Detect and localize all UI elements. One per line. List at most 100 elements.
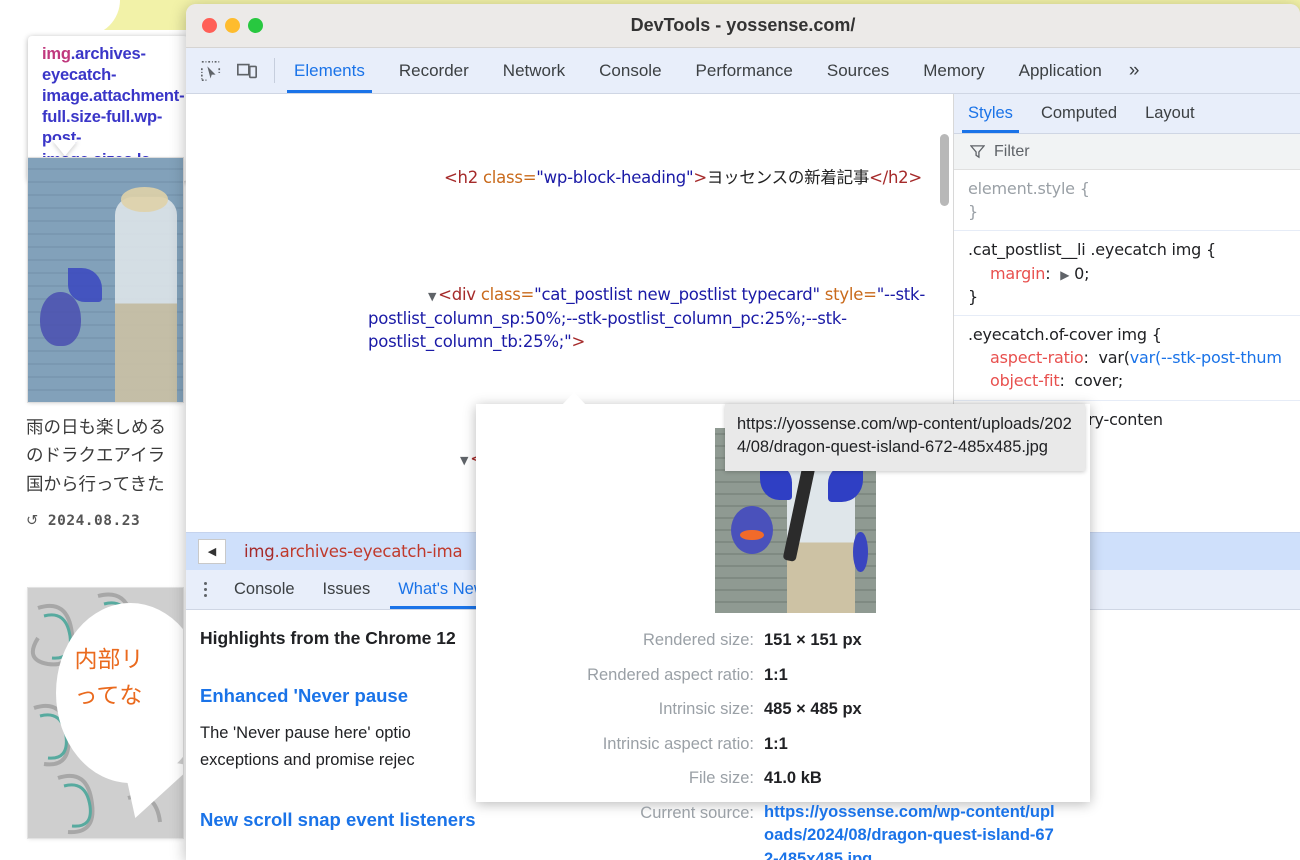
metric-value: 41.0 kB [764, 769, 822, 788]
image-preview-popover: https://yossense.com/wp-content/uploads/… [476, 392, 1090, 860]
twisty-icon[interactable]: ▼ [428, 290, 436, 303]
photo-person-shape [114, 197, 177, 402]
declaration-value: cover; [1074, 371, 1124, 391]
tab-console[interactable]: Console [582, 48, 678, 93]
styles-filter-bar[interactable]: Filter [954, 134, 1300, 170]
tab-label: Sources [826, 60, 890, 80]
rule-close-brace: } [968, 286, 978, 306]
tab-sources[interactable]: Sources [810, 48, 906, 93]
photo-hat-shape [121, 187, 168, 212]
thumb-tail [853, 531, 868, 573]
style-rule-cat-postlist[interactable]: .cat_postlist__li .eyecatch img { margin… [954, 231, 1300, 316]
dom-line-content: <h2 class="wp-block-heading">ヨッセンスの新着記事<… [443, 168, 922, 188]
metric-value-link[interactable]: https://yossense.com/wp-content/uploads/… [764, 801, 1059, 860]
device-toolbar-icon[interactable] [236, 60, 258, 82]
tab-label: Recorder [398, 60, 469, 80]
metric-value: 151 × 151 px [764, 631, 862, 649]
breadcrumb-tag: img [244, 542, 275, 561]
tab-label: Memory [923, 60, 985, 80]
toolbar-divider [274, 58, 275, 83]
tab-elements[interactable]: Elements [277, 48, 382, 93]
metric-row: Rendered size: 151 × 151 px [476, 628, 1090, 654]
metric-label: Rendered size: [643, 631, 754, 649]
declaration[interactable]: margin: ▶ 0; [968, 262, 1300, 285]
style-rule-element-style[interactable]: element.style { } [954, 170, 1300, 232]
tab-label: Application [1018, 60, 1102, 80]
drawer-tab-console[interactable]: Console [220, 570, 309, 609]
photo-wing-shape [68, 267, 103, 302]
screenshot-root: img.archives-eyecatch-image.attachment-f… [0, 0, 1300, 860]
metric-row: Current source: https://yossense.com/wp-… [476, 801, 1090, 860]
window-title: DevTools - yossense.com/ [630, 15, 856, 35]
style-rule-eyecatch-of-cover[interactable]: .eyecatch.of-cover img { aspect-ratio: v… [954, 316, 1300, 401]
metric-label: Rendered aspect ratio: [587, 665, 754, 684]
inspect-element-icon[interactable] [200, 60, 222, 82]
metric-value: 1:1 [764, 665, 788, 684]
image-url-tooltip: https://yossense.com/wp-content/uploads/… [725, 404, 1085, 471]
photo-slime-shape [40, 292, 81, 346]
dom-line[interactable]: ▼ <div class="cat_postlist new_postlist t… [186, 260, 953, 377]
filter-funnel-icon [970, 145, 985, 159]
metric-label: Intrinsic size: [658, 700, 754, 719]
styles-filter-input[interactable]: Filter [994, 143, 1030, 161]
tab-performance[interactable]: Performance [679, 48, 810, 93]
rule-selector: .eyecatch.of-cover img { [968, 324, 1162, 344]
tab-label: Console [234, 580, 295, 598]
tab-memory[interactable]: Memory [906, 48, 1001, 93]
declaration-property: aspect-ratio [990, 348, 1084, 368]
metric-value: 485 × 485 px [764, 700, 862, 719]
tab-label: Layout [1145, 104, 1195, 122]
highlight-tooltip-caret [52, 140, 78, 156]
collapse-left-icon[interactable]: ◀ [198, 539, 226, 564]
bubble-line: ってな [74, 682, 143, 709]
article-photo-2: 内部リ ってな [28, 588, 183, 838]
expand-arrow-icon[interactable]: ▶ [1060, 268, 1069, 282]
tab-label: Performance [695, 60, 793, 80]
dom-line[interactable]: <h2 class="wp-block-heading">ヨッセンスの新着記事<… [186, 143, 953, 213]
styles-tabstrip: Styles Computed Layout [954, 94, 1300, 134]
article-excerpt-line: 雨の日も楽しめる [26, 418, 166, 438]
devtools-tabstrip: Elements Recorder Network Console Perfor… [186, 48, 1300, 94]
article-excerpt: 雨の日も楽しめる のドラクエアイラ 国から行ってきた [26, 414, 206, 499]
metric-value: 1:1 [764, 734, 788, 753]
rule-close-brace: } [968, 202, 978, 222]
metric-label: File size: [688, 769, 754, 788]
metric-label: Current source: [640, 803, 754, 822]
tab-computed[interactable]: Computed [1027, 94, 1131, 133]
tab-layout[interactable]: Layout [1131, 94, 1209, 133]
breadcrumb-item[interactable]: img.archives-eyecatch-ima [244, 542, 463, 561]
chevron-double-right-icon[interactable]: » [1119, 48, 1148, 93]
highlight-tag-name: img [42, 45, 71, 63]
bubble-line: 内部リ [74, 647, 144, 673]
tab-network[interactable]: Network [486, 48, 582, 93]
metric-row: Intrinsic aspect ratio: 1:1 [476, 732, 1090, 758]
twisty-icon[interactable]: ▼ [460, 454, 468, 467]
declaration[interactable]: object-fit: cover; [968, 369, 1300, 392]
article-excerpt-line: のドラクエアイラ [26, 446, 166, 467]
tab-recorder[interactable]: Recorder [382, 48, 486, 93]
metric-row: File size: 41.0 kB [476, 766, 1090, 792]
declaration-property: margin [990, 263, 1046, 283]
declaration[interactable]: aspect-ratio: var(var(--stk-post-thum [968, 346, 1300, 369]
speech-bubble-text: 内部リ ってな [75, 643, 184, 714]
article-photo [28, 158, 183, 402]
declaration-value: var(--stk-post-thum [1129, 348, 1282, 368]
metric-row: Rendered aspect ratio: 1:1 [476, 663, 1090, 689]
popover-caret [562, 392, 586, 405]
drawer-tab-issues[interactable]: Issues [309, 570, 385, 609]
tab-label: Network [502, 60, 566, 80]
more-options-icon[interactable] [190, 570, 220, 609]
history-revision-icon: ↺ [26, 513, 39, 529]
window-titlebar: DevTools - yossense.com/ [186, 4, 1300, 48]
tab-label: Console [599, 60, 662, 80]
article-date-value: 2024.08.23 [47, 513, 141, 529]
metric-label: Intrinsic aspect ratio: [602, 734, 754, 753]
dom-panel-scrollbar[interactable] [940, 134, 949, 206]
tab-styles[interactable]: Styles [954, 94, 1027, 133]
rule-selector: .cat_postlist__li .eyecatch img { [968, 240, 1216, 260]
rule-selector: element.style { [968, 179, 1090, 198]
article-date: ↺ 2024.08.23 [26, 513, 140, 529]
tab-application[interactable]: Application [1002, 48, 1119, 93]
image-metrics-table: Rendered size: 151 × 151 px Rendered asp… [476, 628, 1090, 860]
declaration-value: 0; [1074, 263, 1090, 283]
